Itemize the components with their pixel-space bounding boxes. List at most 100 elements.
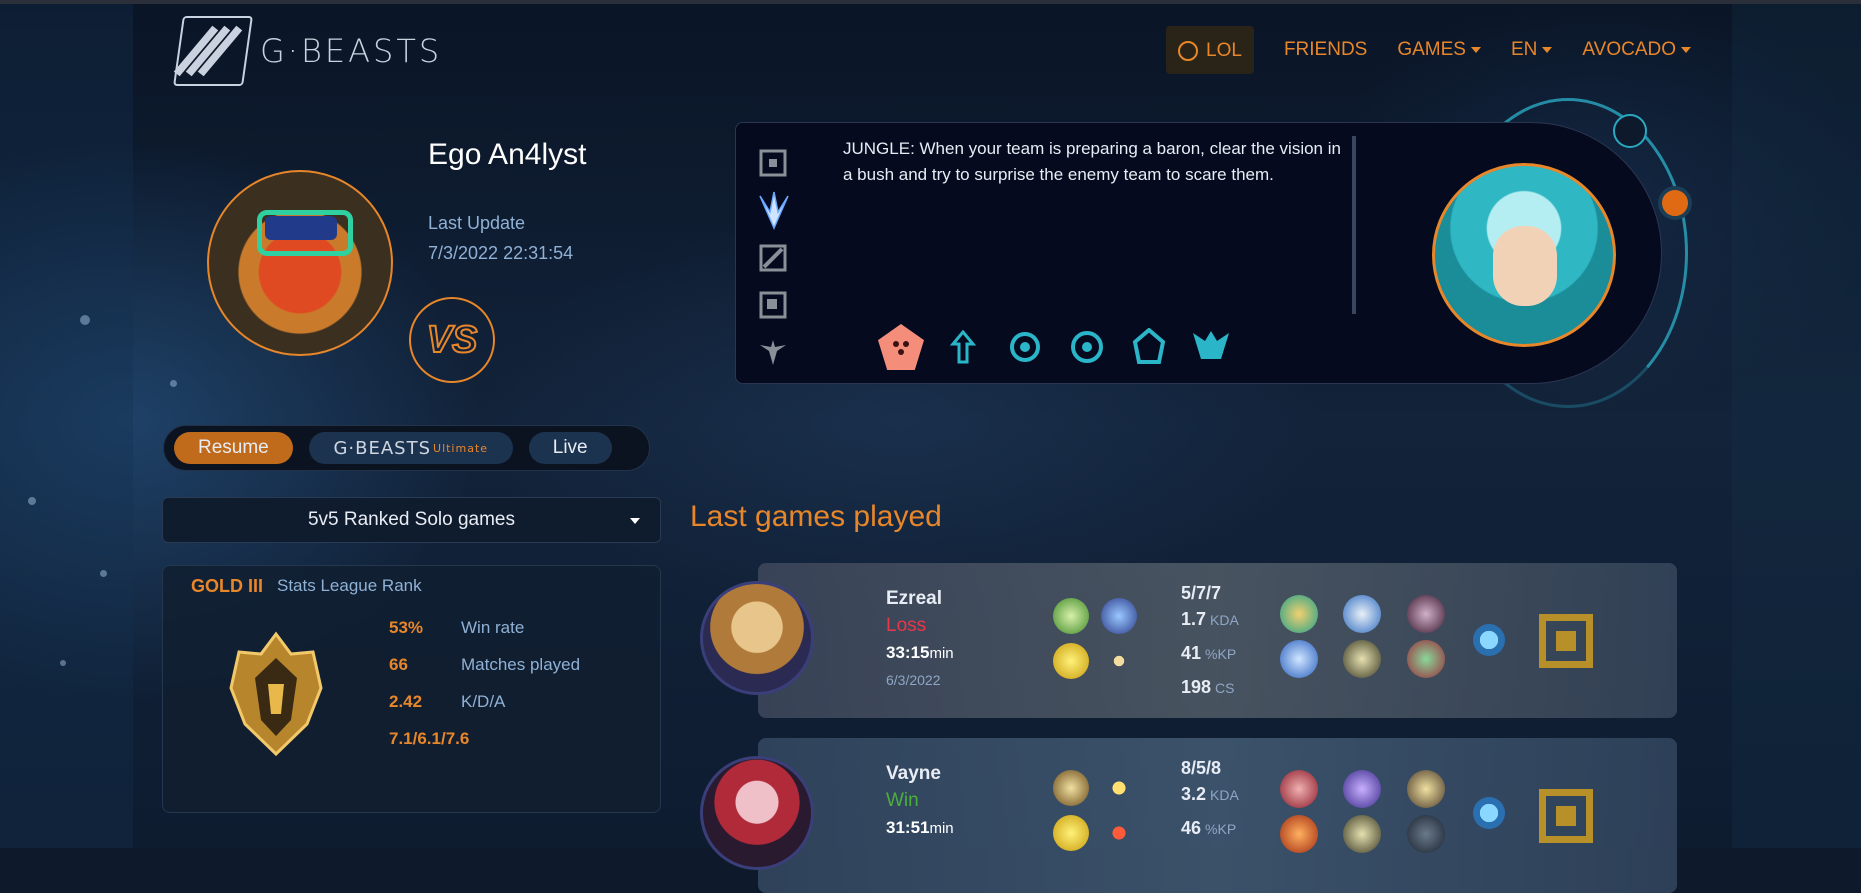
- champion-icon-selected[interactable]: [878, 324, 924, 370]
- profile-avatar: [207, 170, 393, 356]
- league-icon: [1178, 41, 1199, 61]
- stat-avg-kda: 7.1/6.1/7.6: [389, 729, 469, 749]
- stat-value: 7.1/6.1/7.6: [389, 729, 470, 748]
- chevron-down-icon: [630, 518, 640, 524]
- last-games-title: Last games played: [690, 500, 942, 533]
- match-kda-unit: KDA: [1210, 612, 1239, 628]
- stat-value: 53%: [389, 618, 424, 637]
- champion-icon: [893, 341, 909, 355]
- match-duration-unit: min: [929, 645, 954, 662]
- match-kp-value: 41: [1181, 643, 1202, 663]
- match-kp-unit: %KP: [1205, 821, 1237, 837]
- rune-secondary-icon: [1101, 643, 1137, 679]
- versus-button[interactable]: VS: [409, 297, 495, 383]
- item-icon: [1407, 770, 1445, 808]
- match-cs: 198 CS: [1181, 677, 1235, 698]
- stat-win-rate: 53% Win rate: [389, 618, 524, 638]
- coach-avatar: [1432, 163, 1616, 347]
- stat-kda: 2.42 K/D/A: [389, 692, 505, 712]
- bot-lane-icon[interactable]: [758, 290, 788, 320]
- rune-secondary-icon: [1101, 815, 1137, 851]
- tab-live[interactable]: Live: [528, 432, 612, 464]
- mid-lane-icon[interactable]: [758, 243, 788, 273]
- match-kda-value: 3.2: [1181, 784, 1207, 804]
- item-icon: [1407, 595, 1445, 633]
- match-card[interactable]: Vayne Win 31:51min 8/5/8 3.2 KDA 46 %KP: [690, 738, 1677, 893]
- summoner-spell-icon: [1053, 770, 1089, 806]
- match-card[interactable]: Ezreal Loss 33:15min 6/3/2022 5/7/7 1.7 K…: [690, 563, 1677, 718]
- decor-dot: [170, 380, 177, 387]
- item-icon: [1343, 770, 1381, 808]
- champion-icon[interactable]: [1064, 324, 1110, 370]
- gold-rank-emblem-icon: [229, 631, 323, 757]
- summoner-spell-icon: [1053, 598, 1089, 634]
- tab-beasts-label: G·BEASTS: [333, 437, 432, 459]
- item-icon: [1280, 770, 1318, 808]
- champion-icon[interactable]: [1188, 324, 1234, 370]
- last-update-value: 7/3/2022 22:31:54: [428, 243, 574, 263]
- tab-resume[interactable]: Resume: [174, 432, 293, 464]
- nav-item-user-menu[interactable]: AVOCADO: [1582, 39, 1691, 61]
- match-kda-value: 1.7: [1181, 609, 1207, 629]
- jungle-icon[interactable]: [754, 190, 794, 230]
- brand-name: G·BEASTS: [260, 32, 443, 70]
- profile-tabs: Resume G·BEASTS Ultimate Live: [163, 425, 650, 471]
- nav-item-friends[interactable]: FRIENDS: [1284, 39, 1367, 61]
- ward-icon: [1473, 624, 1505, 656]
- match-kp: 46 %KP: [1181, 818, 1236, 839]
- nav-item-lol-label: LOL: [1206, 40, 1242, 61]
- queue-select-value: 5v5 Ranked Solo games: [307, 509, 515, 530]
- tip-scrollbar[interactable]: [1352, 136, 1356, 314]
- match-result: Loss: [886, 615, 927, 636]
- match-duration-value: 33:15: [886, 643, 930, 662]
- match-kda: 1.7 KDA: [1181, 609, 1239, 630]
- item-icon: [1280, 815, 1318, 853]
- left-backdrop: [0, 0, 133, 848]
- top-lane-icon[interactable]: [758, 148, 788, 178]
- nav-item-games-label: GAMES: [1397, 39, 1466, 60]
- match-duration: 33:15min: [886, 643, 954, 663]
- match-duration: 31:51min: [886, 818, 954, 838]
- match-cs-unit: CS: [1215, 680, 1235, 696]
- champion-icon[interactable]: [940, 324, 986, 370]
- summoner-spell-icon: [1101, 770, 1137, 806]
- champion-portrait: [700, 756, 814, 870]
- decor-dot: [60, 660, 66, 666]
- nav-item-language[interactable]: EN: [1511, 39, 1552, 61]
- nav-item-user-label: AVOCADO: [1582, 39, 1676, 60]
- match-kp-value: 46: [1181, 818, 1202, 838]
- stat-label: K/D/A: [461, 692, 506, 711]
- item-icon: [1280, 595, 1318, 633]
- nav-item-lol[interactable]: LOL: [1166, 26, 1254, 74]
- stat-value: 2.42: [389, 692, 423, 711]
- tip-text: JUNGLE: When your team is preparing a ba…: [843, 139, 1341, 184]
- support-icon[interactable]: [758, 337, 788, 367]
- item-icon: [1343, 640, 1381, 678]
- brand-logo[interactable]: G·BEASTS: [173, 16, 443, 86]
- stat-label: Win rate: [461, 618, 525, 637]
- rank-tier: GOLD III: [191, 576, 263, 596]
- tab-beasts-ultimate[interactable]: G·BEASTS Ultimate: [308, 432, 513, 464]
- status-indicator[interactable]: [1658, 186, 1692, 220]
- match-duration-unit: min: [929, 820, 954, 837]
- champion-icon-list: [878, 324, 1234, 370]
- champion-icon[interactable]: [1126, 324, 1172, 370]
- lane-bot-icon: [1539, 789, 1593, 843]
- stat-value: 66: [389, 655, 408, 674]
- champion-icon[interactable]: [1002, 324, 1048, 370]
- nav-item-games[interactable]: GAMES: [1397, 39, 1481, 61]
- item-icon: [1407, 815, 1445, 853]
- right-backdrop: [1732, 0, 1861, 848]
- decor-dot: [80, 315, 90, 325]
- champion-portrait: [700, 581, 814, 695]
- ward-icon: [1473, 797, 1505, 829]
- rank-label: Stats League Rank: [277, 576, 422, 595]
- match-champion: Vayne: [886, 763, 941, 784]
- queue-select[interactable]: 5v5 Ranked Solo games: [162, 497, 661, 543]
- rune-icon: [1053, 815, 1089, 851]
- clock-icon[interactable]: [1613, 114, 1647, 148]
- match-date: 6/3/2022: [886, 672, 941, 688]
- tab-beasts-sup: Ultimate: [433, 441, 489, 455]
- beasts-logo-icon: [173, 16, 253, 86]
- stats-card: GOLD III Stats League Rank 53% Win rate …: [162, 565, 661, 813]
